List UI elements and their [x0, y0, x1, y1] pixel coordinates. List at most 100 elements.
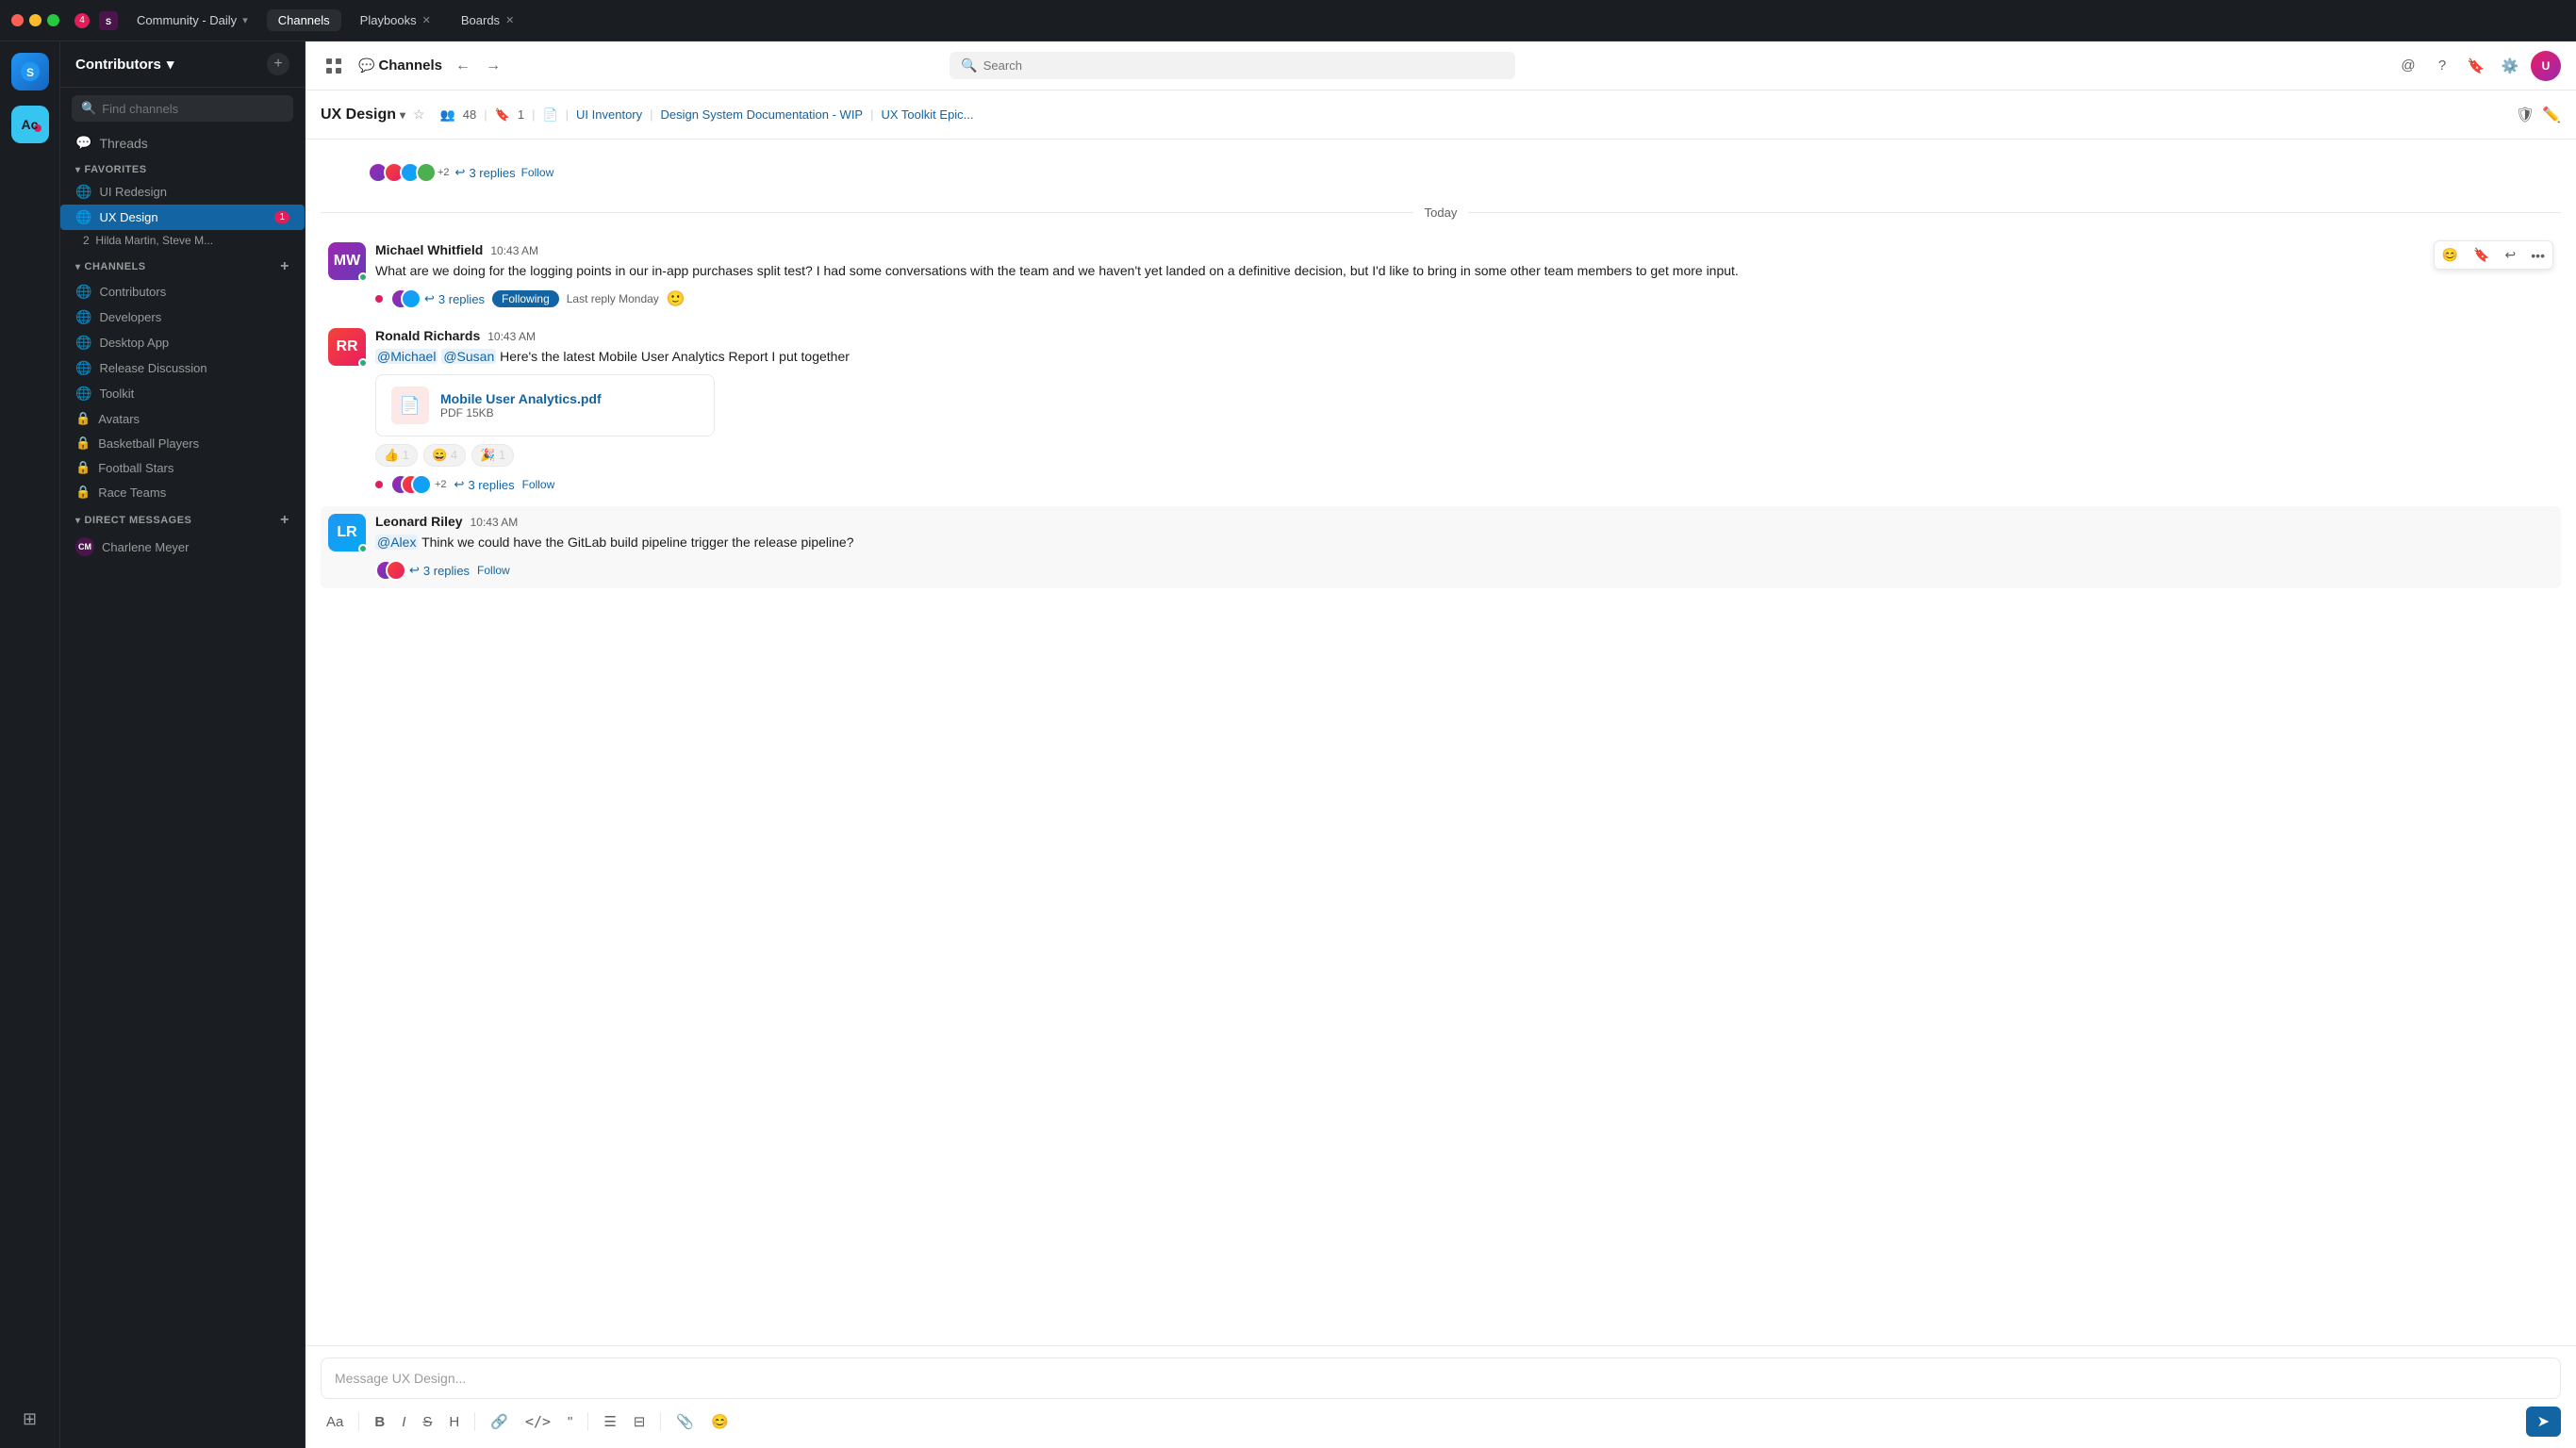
search-input[interactable]: [983, 58, 1505, 73]
channels-add-icon[interactable]: +: [280, 258, 289, 275]
sidebar-item-desktop-app[interactable]: 🌐 Desktop App: [60, 330, 305, 355]
following-badge[interactable]: Following: [492, 290, 559, 307]
quote-button[interactable]: ": [562, 1410, 578, 1434]
sidebar-item-avatars[interactable]: 🔒 Avatars: [60, 406, 305, 431]
tab-community-daily[interactable]: Community - Daily ▾: [125, 9, 259, 31]
tab-boards[interactable]: Boards ✕: [450, 9, 525, 31]
channel-search-input[interactable]: [102, 102, 284, 116]
heading-button[interactable]: H: [443, 1410, 465, 1434]
channel-link-design-system[interactable]: Design System Documentation - WIP: [661, 107, 864, 122]
sidebar-item-dm-charlene[interactable]: CM Charlene Meyer: [60, 533, 305, 561]
replies-link-michael[interactable]: ↩ 3 replies: [424, 291, 485, 306]
sender-name-michael[interactable]: Michael Whitfield: [375, 242, 483, 257]
reply-button[interactable]: ↩: [2500, 243, 2522, 267]
sidebar-item-basketball-players[interactable]: 🔒 Basketball Players: [60, 431, 305, 455]
tab-channels[interactable]: Channels: [267, 9, 341, 31]
sender-name-leonard[interactable]: Leonard Riley: [375, 514, 463, 529]
follow-button-ronald[interactable]: Follow: [522, 478, 555, 491]
tab-playbooks[interactable]: Playbooks ✕: [349, 9, 442, 31]
tab-boards-close[interactable]: ✕: [505, 14, 514, 26]
sidebar-item-release-discussion[interactable]: 🌐 Release Discussion: [60, 355, 305, 381]
sidebar-item-football-stars[interactable]: 🔒 Football Stars: [60, 455, 305, 480]
members-count: 48: [463, 107, 476, 122]
italic-button[interactable]: I: [396, 1410, 411, 1434]
bookmark-button[interactable]: 🔖: [2468, 243, 2495, 267]
react-button[interactable]: 😊: [2436, 243, 2464, 267]
follow-button-leonard[interactable]: Follow: [477, 564, 510, 577]
channels-section-header[interactable]: ▾ CHANNELS +: [60, 251, 305, 279]
channel-link-ux-toolkit[interactable]: UX Toolkit Epic...: [882, 107, 974, 122]
channel-dropdown-icon[interactable]: ▾: [400, 108, 405, 122]
back-button[interactable]: ←: [450, 54, 476, 78]
file-attachment[interactable]: 📄 Mobile User Analytics.pdf PDF 15KB: [375, 374, 715, 436]
sidebar-item-contributors[interactable]: 🌐 Contributors: [60, 279, 305, 304]
channel-link-ui-inventory[interactable]: UI Inventory: [576, 107, 642, 122]
bold-button[interactable]: B: [369, 1410, 390, 1434]
user-avatar-icon[interactable]: U: [2531, 51, 2561, 81]
dm-section-header[interactable]: ▾ DIRECT MESSAGES +: [60, 504, 305, 533]
sidebar-item-toolkit[interactable]: 🌐 Toolkit: [60, 381, 305, 406]
workspace-icon-main[interactable]: S: [11, 53, 49, 90]
channel-star-icon[interactable]: ☆: [413, 107, 425, 123]
shield-icon[interactable]: 🛡: [2516, 106, 2535, 124]
at-icon[interactable]: @: [2395, 53, 2421, 79]
sidebar-item-threads[interactable]: 💬 Threads: [60, 129, 305, 156]
workspace-icon-ac[interactable]: Ac: [11, 106, 49, 143]
sidebar-item-ux-design[interactable]: 🌐 UX Design 1: [60, 205, 305, 230]
channel-search[interactable]: 🔍: [72, 95, 293, 122]
file-icon: 📄: [542, 107, 557, 123]
apps-icon[interactable]: ⊞: [23, 1409, 37, 1429]
strikethrough-button[interactable]: S: [417, 1410, 438, 1434]
forward-button[interactable]: →: [480, 54, 506, 78]
tab-playbooks-close[interactable]: ✕: [422, 14, 431, 26]
tab-dropdown-icon[interactable]: ▾: [242, 14, 248, 26]
format-button[interactable]: Aa: [321, 1410, 349, 1434]
channel-item-label: UX Design: [99, 210, 157, 224]
sidebar-add-button[interactable]: +: [267, 53, 289, 75]
question-icon[interactable]: ?: [2429, 53, 2455, 79]
edit-icon[interactable]: ✏️: [2542, 106, 2561, 124]
mention-alex[interactable]: @Alex: [375, 535, 418, 550]
send-button[interactable]: ➤: [2526, 1407, 2561, 1437]
icon-bar: S Ac ⊞: [0, 41, 60, 1448]
sidebar-item-ui-redesign[interactable]: 🌐 UI Redesign: [60, 179, 305, 205]
reply-icon: ↩: [409, 563, 420, 578]
message-michael: MW Michael Whitfield 10:43 AM What are w…: [321, 235, 2561, 317]
list-ul-button[interactable]: ☰: [598, 1409, 621, 1434]
favorites-section-header[interactable]: ▾ FAVORITES: [60, 156, 305, 179]
message-text-ronald: @Michael @Susan Here's the latest Mobile…: [375, 347, 2553, 367]
avatar-michael-whitfield: MW: [328, 242, 366, 280]
replies-link[interactable]: ↩ 3 replies: [455, 165, 516, 180]
list-ol-button[interactable]: ⊟: [628, 1409, 652, 1434]
mention-susan[interactable]: @Susan: [441, 349, 496, 364]
fullscreen-button[interactable]: [47, 14, 59, 26]
emoji-button[interactable]: 😊: [705, 1409, 735, 1434]
minimize-button[interactable]: [29, 14, 41, 26]
settings-icon[interactable]: ⚙️: [2497, 53, 2523, 79]
reaction-smile[interactable]: 😄 4: [423, 444, 466, 467]
bookmark-icon[interactable]: 🔖: [2463, 53, 2489, 79]
code-button[interactable]: </>: [520, 1409, 556, 1434]
more-button[interactable]: •••: [2525, 243, 2551, 267]
reply-count-label: 3 replies: [469, 166, 515, 180]
sender-name-ronald[interactable]: Ronald Richards: [375, 328, 480, 343]
mention-michael[interactable]: @Michael: [375, 349, 438, 364]
topbar-icons: @ ? 🔖 ⚙️ U: [2395, 51, 2561, 81]
replies-link-leonard[interactable]: ↩ 3 replies: [409, 563, 470, 578]
workspace-name[interactable]: Contributors ▾: [75, 56, 173, 73]
search-bar[interactable]: 🔍: [949, 52, 1515, 79]
reaction-party[interactable]: 🎉 1: [471, 444, 514, 467]
apps-grid-icon[interactable]: [321, 53, 347, 79]
close-button[interactable]: [11, 14, 24, 26]
attachment-button[interactable]: 📎: [670, 1409, 700, 1434]
replies-link-ronald[interactable]: ↩ 3 replies: [454, 477, 515, 492]
link-button[interactable]: 🔗: [485, 1409, 514, 1434]
dm-item-hilda[interactable]: 2 Hilda Martin, Steve M...: [60, 230, 305, 251]
dm-add-icon[interactable]: +: [280, 512, 289, 529]
follow-button-old[interactable]: Follow: [521, 166, 554, 179]
sidebar-item-race-teams[interactable]: 🔒 Race Teams: [60, 480, 305, 504]
sidebar-item-developers[interactable]: 🌐 Developers: [60, 304, 305, 330]
message-ronald: RR Ronald Richards 10:43 AM @Michael @Su…: [321, 321, 2561, 502]
message-input-box[interactable]: Message UX Design...: [321, 1358, 2561, 1399]
reaction-thumbs-up[interactable]: 👍 1: [375, 444, 418, 467]
